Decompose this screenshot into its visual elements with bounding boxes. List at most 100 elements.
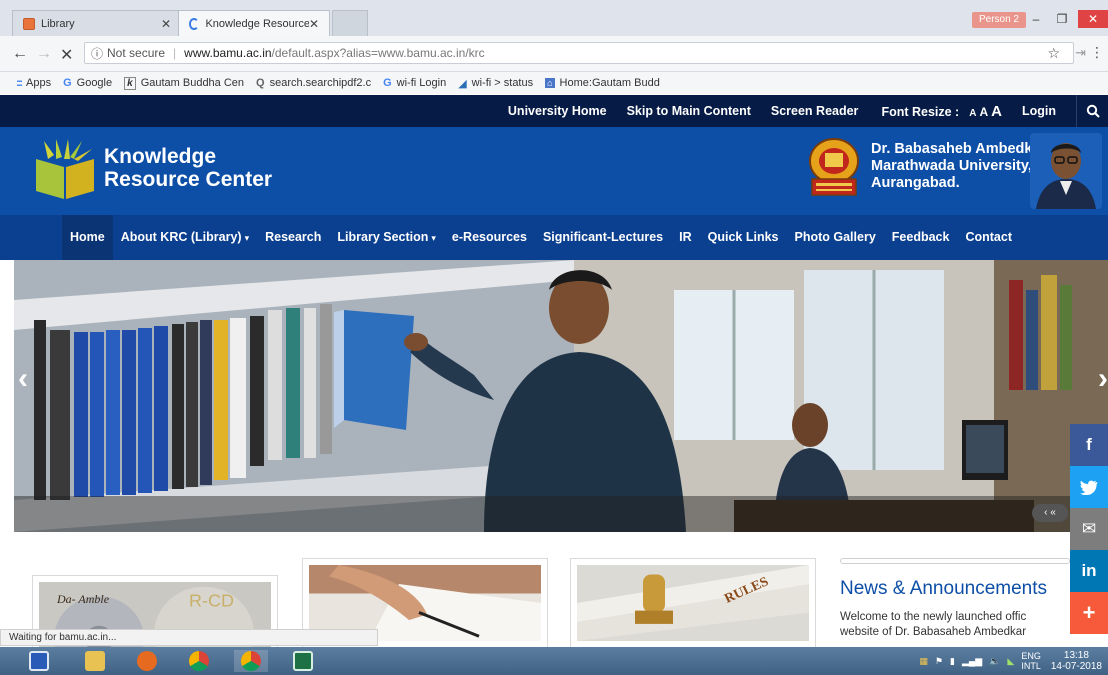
university-home-link[interactable]: University Home xyxy=(508,104,607,118)
nav-item-label: Research xyxy=(265,230,322,244)
nav-item-research[interactable]: Research xyxy=(257,215,329,260)
loading-spinner-icon xyxy=(189,17,200,30)
krc-book-logo-icon[interactable] xyxy=(34,137,96,201)
profile-badge[interactable]: Person 2 xyxy=(971,12,1026,28)
twitter-share-icon[interactable] xyxy=(1070,466,1108,508)
nav-item-contact[interactable]: Contact xyxy=(957,215,1020,260)
card-cd-handwriting: Da- Amble xyxy=(56,593,109,606)
language-indicator[interactable]: ENG INTL xyxy=(1021,651,1041,671)
info-icon[interactable]: ⓘ xyxy=(91,45,103,62)
screen-reader-link[interactable]: Screen Reader xyxy=(771,104,859,118)
new-tab-button[interactable] xyxy=(332,10,368,36)
bookmark-item[interactable]: ◢ wi-fi > status xyxy=(458,77,533,90)
tab-title: Library xyxy=(41,17,75,30)
slider-caption-bar xyxy=(14,496,1108,532)
facebook-share-icon[interactable]: f xyxy=(1070,424,1108,466)
extension-icon[interactable]: ⇥ xyxy=(1075,45,1086,61)
bookmark-item[interactable]: Gwi-fi Login xyxy=(383,77,446,89)
news-line-2: website of Dr. Babasaheb Ambedkar xyxy=(840,626,1027,638)
bookmark-label: wi-fi > status xyxy=(471,77,534,89)
maximize-button[interactable]: ❐ xyxy=(1050,10,1074,28)
word-app-icon[interactable] xyxy=(22,650,56,672)
tray-app-icon[interactable]: ▦ xyxy=(919,656,928,667)
nav-item-label: Home xyxy=(70,230,105,244)
close-window-button[interactable]: ✕ xyxy=(1078,10,1108,28)
nav-item-ir[interactable]: IR xyxy=(671,215,700,260)
google-icon: G xyxy=(63,77,72,89)
nav-item-quick-links[interactable]: Quick Links xyxy=(700,215,787,260)
volume-icon[interactable]: 🔈 xyxy=(989,656,1000,667)
system-tray: ▦ ⚑ ▮ ▂▄▆ 🔈 ◣ ENG INTL 13:18 14-07-2018 xyxy=(919,647,1108,675)
skip-to-content-link[interactable]: Skip to Main Content xyxy=(627,104,751,118)
file-explorer-icon[interactable] xyxy=(78,650,112,672)
back-arrow-icon[interactable]: ← xyxy=(12,45,28,63)
nav-item-feedback[interactable]: Feedback xyxy=(884,215,958,260)
login-link[interactable]: Login xyxy=(1022,104,1056,118)
search-icon[interactable] xyxy=(1076,95,1108,127)
card-rules[interactable]: RULES xyxy=(570,558,816,648)
minimize-button[interactable]: – xyxy=(1024,10,1048,28)
nav-item-about-krc-library[interactable]: About KRC (Library) ▾ xyxy=(113,215,257,260)
tab-knowledge-resource-center[interactable]: Knowledge Resource Cen ✕ xyxy=(178,10,330,36)
bookmark-item[interactable]: k Gautam Buddha Cen xyxy=(124,76,244,90)
wifi-icon: ◢ xyxy=(458,77,467,90)
chrome-icon[interactable] xyxy=(182,650,216,672)
site-logo-title[interactable]: Knowledge Resource Center xyxy=(104,145,272,191)
excel-app-icon[interactable] xyxy=(286,650,320,672)
nav-item-library-section[interactable]: Library Section ▾ xyxy=(329,215,444,260)
nav-item-label: Quick Links xyxy=(707,230,779,244)
bookmark-item[interactable]: ⌂ Home:Gautam Budd xyxy=(545,77,660,89)
news-announcements-panel: News & Announcements Welcome to the newl… xyxy=(840,558,1070,640)
firefox-icon[interactable] xyxy=(130,650,164,672)
nav-item-label: Contact xyxy=(965,230,1012,244)
bookmark-label: Apps xyxy=(26,77,52,89)
tray-extra-icon[interactable]: ◣ xyxy=(1007,656,1014,667)
slider-next-arrow-icon[interactable]: › xyxy=(1098,362,1108,396)
font-large-button[interactable]: A xyxy=(991,103,1002,120)
font-small-button[interactable]: A xyxy=(969,108,976,119)
address-bar-row: ← → ✕ ⓘ Not secure | www.bamu.ac.in /def… xyxy=(0,36,1108,72)
ambedkar-portrait-image xyxy=(1030,133,1102,209)
nav-item-label: IR xyxy=(679,230,692,244)
system-clock[interactable]: 13:18 14-07-2018 xyxy=(1051,650,1102,672)
flag-icon[interactable]: ⚑ xyxy=(935,656,943,667)
nav-item-label: e-Resources xyxy=(451,230,527,244)
network-icon[interactable]: ▮ xyxy=(950,656,955,667)
nav-item-home[interactable]: Home xyxy=(62,215,113,260)
url-field[interactable]: ⓘ Not secure | www.bamu.ac.in /default.a… xyxy=(84,42,1074,64)
bookmark-item[interactable]: Qsearch.searchipdf2.c xyxy=(256,77,371,89)
tab-close-icon[interactable]: ✕ xyxy=(161,17,171,31)
security-label: Not secure xyxy=(107,46,166,60)
card-cd-label: R-CD xyxy=(189,591,234,610)
university-seal-icon xyxy=(809,138,859,196)
nav-item-significant-lectures[interactable]: Significant-Lectures xyxy=(535,215,671,260)
rules-stamp-image: RULES xyxy=(577,565,809,641)
bookmark-label: Home:Gautam Budd xyxy=(559,77,660,89)
nav-item-label: Library Section xyxy=(337,230,429,244)
nav-item-photo-gallery[interactable]: Photo Gallery xyxy=(787,215,884,260)
menu-kebab-icon[interactable]: ⋮ xyxy=(1090,44,1104,61)
k-icon: k xyxy=(124,76,136,90)
logo-line-2: Resource Center xyxy=(104,168,273,191)
chrome-active-icon[interactable] xyxy=(234,650,268,672)
browser-status-bubble: Waiting for bamu.ac.in... xyxy=(0,629,378,646)
email-share-icon[interactable]: ✉ xyxy=(1070,508,1108,550)
signal-icon[interactable]: ▂▄▆ xyxy=(962,656,982,667)
caret-down-icon: ▾ xyxy=(431,233,436,243)
stop-loading-icon[interactable]: ✕ xyxy=(60,45,73,65)
forward-arrow-icon[interactable]: → xyxy=(36,45,52,63)
search-icon: Q xyxy=(256,77,265,89)
bookmark-item[interactable]: ::: Apps xyxy=(16,77,51,89)
tab-close-icon[interactable]: ✕ xyxy=(309,17,319,31)
bookmark-item[interactable]: G Google xyxy=(63,77,112,89)
news-body[interactable]: Welcome to the newly launched offic webs… xyxy=(840,610,1070,640)
library-favicon-icon xyxy=(23,17,35,30)
nav-item-e-resources[interactable]: e-Resources xyxy=(444,215,535,260)
tab-library[interactable]: Library ✕ xyxy=(12,10,182,36)
logo-line-1: Knowledge xyxy=(104,145,217,168)
font-medium-button[interactable]: A xyxy=(979,105,988,119)
nav-item-label: Feedback xyxy=(891,230,950,244)
slider-prev-arrow-icon[interactable]: ‹ xyxy=(18,362,28,396)
bookmark-star-icon[interactable]: ☆ xyxy=(1047,45,1060,62)
slider-pager-control[interactable]: ‹ « xyxy=(1032,504,1068,522)
